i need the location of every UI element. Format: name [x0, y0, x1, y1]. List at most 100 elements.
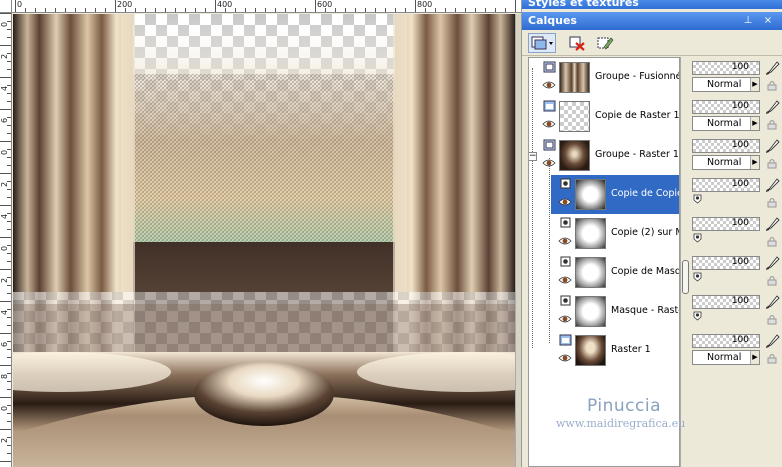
ruler-tick — [7, 189, 11, 190]
visibility-eye-icon[interactable] — [558, 275, 572, 285]
ruler-tick — [7, 165, 11, 166]
ruler-tick — [7, 421, 11, 422]
collapse-group-icon[interactable]: − — [529, 152, 537, 161]
watermark-title: Pinuccia — [587, 396, 661, 416]
edit-brush-icon[interactable] — [764, 60, 780, 76]
new-layer-icon — [531, 36, 553, 50]
vertical-ruler: 0 2 4 6 0 2 4 0 2 4 6 8 0 2 — [0, 13, 12, 467]
ruler-tick — [0, 109, 11, 110]
chevron-right-icon[interactable]: ▶ — [750, 117, 759, 130]
ruler-tick — [255, 8, 256, 12]
edit-brush-icon[interactable] — [764, 255, 780, 271]
ruler-tick — [155, 8, 156, 12]
layer-row[interactable]: Groupe - Fusionné — [529, 58, 680, 97]
mask-link-icon[interactable] — [693, 233, 702, 243]
opacity-slider[interactable]: 100 — [692, 139, 760, 153]
layer-properties-row: 100 — [690, 252, 782, 291]
layer-row[interactable]: Copie de Masqu — [529, 253, 679, 292]
close-icon[interactable]: × — [762, 14, 774, 27]
pin-icon[interactable]: ⊥ — [742, 14, 754, 27]
blend-mode-select[interactable]: Normal ▶ — [692, 77, 760, 92]
lock-icon[interactable] — [766, 158, 778, 169]
mask-link-icon[interactable] — [693, 272, 702, 282]
lock-icon[interactable] — [766, 353, 778, 364]
layer-row[interactable]: Groupe - Raster 1 — [529, 136, 679, 175]
layer-name: Copie de Raster 1 — [595, 110, 680, 121]
visibility-eye-icon[interactable] — [558, 353, 572, 363]
lock-icon[interactable] — [766, 119, 778, 130]
layer-thumbnail[interactable] — [575, 335, 606, 366]
ruler-tick — [7, 157, 11, 158]
blend-mode-select[interactable]: Normal ▶ — [692, 116, 760, 131]
layer-row[interactable]: Copie de Copie — [551, 175, 679, 214]
visibility-eye-icon[interactable] — [558, 236, 572, 246]
chevron-right-icon[interactable]: ▶ — [750, 78, 759, 91]
image-canvas[interactable] — [13, 14, 515, 467]
opacity-slider[interactable]: 100 — [692, 256, 760, 270]
layer-name: Groupe - Fusionné — [595, 71, 680, 82]
opacity-slider[interactable]: 100 — [692, 217, 760, 231]
layer-row[interactable]: Copie (2) sur Ma — [529, 214, 679, 253]
ruler-tick — [7, 453, 11, 454]
ruler-tick — [445, 8, 446, 12]
delete-layer-button[interactable] — [566, 33, 588, 53]
layers-toolbar — [522, 30, 782, 56]
visibility-eye-icon[interactable] — [542, 80, 556, 90]
edit-brush-icon[interactable] — [764, 216, 780, 232]
visibility-eye-icon[interactable] — [558, 314, 572, 324]
blend-mode-value: Normal — [707, 352, 742, 363]
opacity-slider[interactable]: 100 — [692, 100, 760, 114]
layer-thumbnail[interactable] — [559, 101, 590, 132]
layers-palette-titlebar[interactable]: Calques ⊥ × — [522, 12, 782, 30]
layer-list-scroll-thumb[interactable] — [682, 260, 689, 294]
mask-link-icon[interactable] — [693, 194, 702, 204]
opacity-slider[interactable]: 100 — [692, 61, 760, 75]
ruler-tick — [7, 261, 11, 262]
ruler-tick — [0, 269, 11, 270]
layer-thumbnail[interactable] — [575, 218, 606, 249]
visibility-eye-icon[interactable] — [542, 158, 556, 168]
layer-properties-button[interactable] — [594, 33, 616, 53]
layer-list-scrollbar[interactable] — [680, 57, 690, 467]
styles-palette-titlebar[interactable]: Styles et textures — [522, 0, 782, 9]
ruler-tick — [15, 0, 16, 12]
layer-name: Copie (2) sur Ma — [611, 227, 679, 238]
layer-thumbnail[interactable] — [575, 257, 606, 288]
lock-icon[interactable] — [766, 236, 778, 247]
opacity-slider[interactable]: 100 — [692, 178, 760, 192]
edit-brush-icon[interactable] — [764, 294, 780, 310]
opacity-value: 100 — [731, 257, 749, 267]
mask-link-icon[interactable] — [693, 311, 702, 321]
new-layer-dropdown-button[interactable] — [528, 33, 556, 53]
blend-mode-select[interactable]: Normal ▶ — [692, 155, 760, 170]
lock-icon[interactable] — [766, 197, 778, 208]
ruler-tick — [135, 8, 136, 12]
lock-icon[interactable] — [766, 80, 778, 91]
ruler-tick — [215, 0, 216, 12]
mask-layer-icon — [559, 217, 572, 230]
lock-icon[interactable] — [766, 314, 778, 325]
edit-brush-icon[interactable] — [764, 177, 780, 193]
layer-row[interactable]: Masque - Raster — [529, 292, 679, 331]
opacity-slider[interactable]: 100 — [692, 295, 760, 309]
lock-icon[interactable] — [766, 275, 778, 286]
layer-thumbnail[interactable] — [575, 179, 606, 210]
edit-brush-icon[interactable] — [764, 99, 780, 115]
layer-thumbnail[interactable] — [559, 140, 590, 171]
visibility-eye-icon[interactable] — [558, 197, 572, 207]
edit-brush-icon[interactable] — [764, 333, 780, 349]
layer-thumbnail[interactable] — [559, 62, 590, 93]
visibility-eye-icon[interactable] — [542, 119, 556, 129]
ruler-label: 800 — [417, 0, 433, 9]
blend-mode-select[interactable]: Normal ▶ — [692, 350, 760, 365]
layer-row[interactable]: Raster 1 — [529, 331, 679, 370]
opacity-slider[interactable]: 100 — [692, 334, 760, 348]
ruler-tick — [0, 301, 11, 302]
layer-thumbnail[interactable] — [575, 296, 606, 327]
edit-brush-icon[interactable] — [764, 138, 780, 154]
layer-row[interactable]: Copie de Raster 1 — [529, 97, 680, 136]
chevron-right-icon[interactable]: ▶ — [750, 351, 759, 364]
canvas-area[interactable]: 0 200 400 600 800 0 2 4 6 0 2 4 0 2 4 6 8 0 2 — [0, 0, 521, 467]
edit-layer-icon — [597, 37, 614, 50]
chevron-right-icon[interactable]: ▶ — [750, 156, 759, 169]
